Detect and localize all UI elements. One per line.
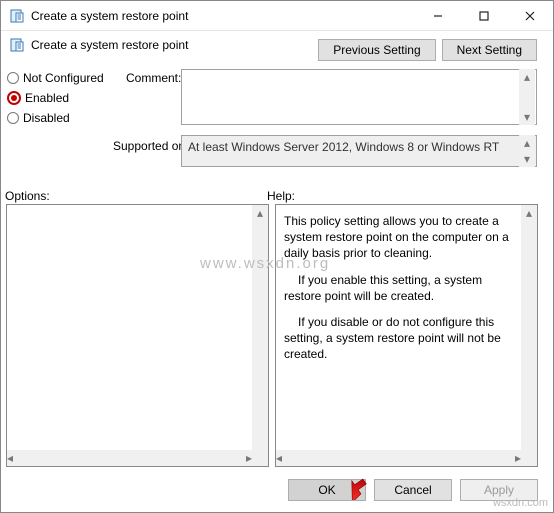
radio-icon [7, 72, 19, 84]
policy-icon [9, 37, 25, 53]
supported-on-value: At least Windows Server 2012, Windows 8 … [181, 135, 537, 167]
scroll-up-icon: ▴ [519, 135, 535, 151]
help-hscrollbar[interactable]: ◂ ▸ [276, 450, 521, 466]
comment-label: Comment: [126, 71, 181, 85]
comment-scrollbar[interactable]: ▴ ▾ [519, 69, 535, 125]
titlebar: Create a system restore point [1, 1, 553, 31]
minimize-button[interactable] [415, 1, 461, 30]
scroll-down-icon: ▾ [519, 151, 535, 167]
scroll-left-icon: ◂ [276, 450, 282, 466]
help-paragraph: This policy setting allows you to create… [284, 213, 519, 262]
policy-icon [9, 8, 25, 24]
subheader-title: Create a system restore point [31, 38, 188, 52]
scroll-up-icon: ▴ [252, 205, 268, 221]
radio-disabled[interactable]: Disabled [7, 111, 104, 125]
cancel-button[interactable]: Cancel [374, 479, 452, 501]
supported-on-label: Supported on: [113, 139, 188, 153]
scroll-up-icon: ▴ [519, 69, 535, 85]
options-hscrollbar[interactable]: ◂ ▸ [7, 450, 252, 466]
previous-setting-button[interactable]: Previous Setting [318, 39, 435, 61]
radio-label: Not Configured [23, 71, 104, 85]
scroll-corner [521, 450, 537, 466]
radio-not-configured[interactable]: Not Configured [7, 71, 104, 85]
options-label: Options: [5, 189, 267, 203]
close-button[interactable] [507, 1, 553, 30]
window-title: Create a system restore point [31, 9, 415, 23]
maximize-button[interactable] [461, 1, 507, 30]
scroll-down-icon: ▾ [519, 109, 535, 125]
scroll-left-icon: ◂ [7, 450, 13, 466]
scroll-corner [252, 450, 268, 466]
help-panel: This policy setting allows you to create… [275, 204, 538, 467]
options-vscrollbar[interactable]: ▴ ▾ [252, 205, 268, 466]
options-panel: ▴ ▾ ◂ ▸ [6, 204, 269, 467]
radio-label: Disabled [23, 111, 70, 125]
help-label: Help: [267, 189, 295, 203]
radio-icon [7, 91, 21, 105]
ok-button[interactable]: OK [288, 479, 366, 501]
help-paragraph: If you enable this setting, a system res… [284, 272, 519, 304]
apply-button[interactable]: Apply [460, 479, 538, 501]
radio-enabled[interactable]: Enabled [7, 91, 104, 105]
comment-textarea[interactable] [181, 69, 537, 125]
help-paragraph: If you disable or do not configure this … [284, 314, 519, 363]
radio-icon [7, 112, 19, 124]
scroll-up-icon: ▴ [521, 205, 537, 221]
next-setting-button[interactable]: Next Setting [442, 39, 537, 61]
help-vscrollbar[interactable]: ▴ ▾ [521, 205, 537, 466]
supported-scrollbar[interactable]: ▴ ▾ [519, 135, 535, 167]
radio-label: Enabled [25, 91, 69, 105]
